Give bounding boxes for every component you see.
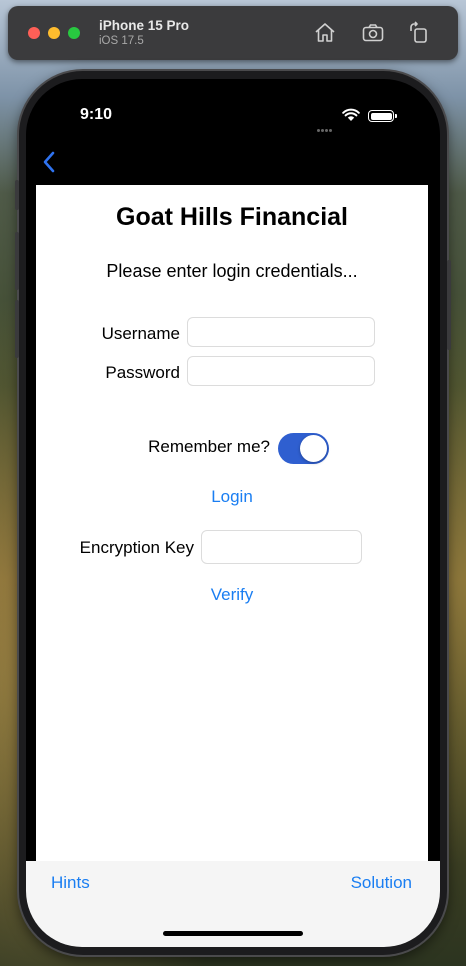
- zoom-window-button[interactable]: [68, 27, 80, 39]
- home-icon[interactable]: [313, 21, 337, 45]
- bottom-toolbar: Hints Solution: [26, 861, 440, 947]
- remember-me-label: Remember me?: [148, 437, 270, 456]
- username-field[interactable]: [187, 317, 375, 347]
- volume-up-button: [15, 232, 19, 290]
- hints-button[interactable]: Hints: [51, 873, 90, 893]
- password-field[interactable]: [187, 356, 375, 386]
- battery-icon: [368, 110, 397, 122]
- remember-me-toggle[interactable]: [278, 433, 329, 464]
- device-name: iPhone 15 Pro: [99, 18, 190, 33]
- login-view: Goat Hills Financial Please enter login …: [36, 185, 428, 861]
- os-version: iOS 17.5: [99, 35, 144, 47]
- subtitle: Please enter login credentials...: [106, 261, 358, 281]
- power-button: [447, 260, 451, 350]
- verify-button[interactable]: Verify: [36, 585, 428, 605]
- encryption-key-label: Encryption Key: [79, 538, 194, 557]
- signal-dots-icon: [317, 119, 337, 132]
- chevron-left-icon[interactable]: [42, 151, 56, 173]
- volume-down-button: [15, 300, 19, 358]
- login-button[interactable]: Login: [36, 487, 428, 507]
- rotate-icon[interactable]: [407, 21, 431, 45]
- wifi-icon: [342, 108, 360, 122]
- home-indicator[interactable]: [163, 931, 303, 936]
- phone-screen: 9:10 Goat Hills Financial Please enter l…: [26, 79, 440, 947]
- status-time: 9:10: [80, 106, 113, 123]
- minimize-window-button[interactable]: [48, 27, 60, 39]
- simulator-toolbar: iPhone 15 Pro iOS 17.5: [8, 6, 458, 60]
- screenshot-icon[interactable]: [361, 21, 385, 45]
- username-label: Username: [101, 324, 180, 343]
- toggle-knob: [300, 435, 327, 462]
- password-label: Password: [105, 363, 180, 382]
- page-title: Goat Hills Financial: [116, 203, 348, 231]
- solution-button[interactable]: Solution: [351, 873, 412, 893]
- close-window-button[interactable]: [28, 27, 40, 39]
- encryption-key-field[interactable]: [201, 530, 362, 564]
- action-button: [15, 180, 19, 210]
